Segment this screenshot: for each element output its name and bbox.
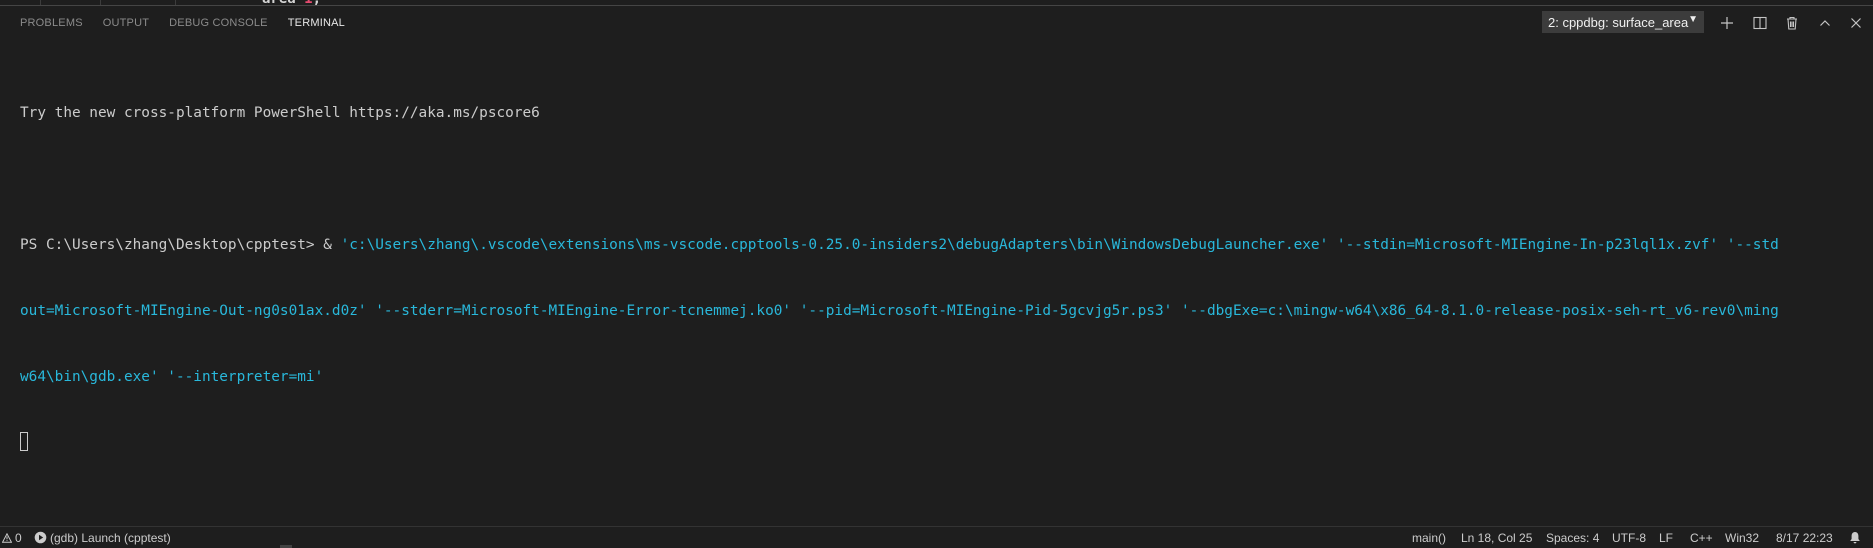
status-indentation[interactable]: Spaces: 4 [1546,527,1599,548]
close-panel-button[interactable] [1846,13,1866,33]
terminal-line: out=Microsoft-MIEngine-Out-ng0s01ax.d0z'… [20,303,1779,319]
tab-output[interactable]: OUTPUT [103,17,149,29]
terminal-cursor [20,432,28,451]
play-circle-icon [34,531,47,544]
plus-icon [1721,17,1733,29]
kill-terminal-button[interactable] [1782,13,1802,33]
tab-terminal[interactable]: TERMINAL [288,17,345,29]
warning-icon [2,532,12,543]
status-notifications[interactable] [1849,527,1861,548]
maximize-panel-button[interactable] [1815,13,1835,33]
new-terminal-button[interactable] [1717,13,1737,33]
tab-problems[interactable]: PROBLEMS [20,17,83,29]
status-cursor-position[interactable]: Ln 18, Col 25 [1461,527,1532,548]
split-icon [1753,16,1767,30]
status-encoding[interactable]: UTF-8 [1612,527,1646,548]
bell-icon [1850,532,1860,544]
panel-header: PROBLEMS OUTPUT DEBUG CONSOLE TERMINAL 2… [0,6,1873,39]
chevron-up-icon [1820,20,1830,26]
terminal-input-line[interactable] [20,432,1860,454]
terminal-select-value: 2: cppdbg: surface_area [1548,14,1689,30]
chevron-down-icon: ▼ [1688,14,1698,25]
terminal-command: 'c:\Users\zhang\.vscode\extensions\ms-vs… [340,237,1779,253]
close-icon [1851,18,1861,28]
panel-tabs: PROBLEMS OUTPUT DEBUG CONSOLE TERMINAL [20,6,365,39]
terminal-line: w64\bin\gdb.exe' '--interpreter=mi' [20,369,324,385]
terminal-line: Try the new cross-platform PowerShell ht… [20,105,540,121]
split-terminal-button[interactable] [1750,13,1770,33]
terminal-output[interactable]: Try the new cross-platform PowerShell ht… [20,58,1860,498]
terminal-line: PS C:\Users\zhang\Desktop\cpptest> & 'c:… [20,234,1860,256]
terminal-prompt: PS C:\Users\zhang\Desktop\cpptest> & [20,237,341,253]
tab-debug-console[interactable]: DEBUG CONSOLE [169,17,268,29]
status-warnings-count: 0 [15,530,22,545]
status-platform[interactable]: Win32 [1725,527,1759,548]
status-language[interactable]: C++ [1690,527,1713,548]
terminal-select-dropdown[interactable]: 2: cppdbg: surface_area ▼ [1542,11,1704,33]
status-eol[interactable]: LF [1659,527,1673,548]
status-debug-launch[interactable]: (gdb) Launch (cpptest) [34,527,171,548]
status-datetime[interactable]: 8/17 22:23 [1776,527,1833,548]
status-debug-label: (gdb) Launch (cpptest) [50,530,171,545]
vscode-window: area 1; PROBLEMS OUTPUT DEBUG CONSOLE TE… [0,0,1873,548]
trash-icon [1787,16,1797,30]
status-function[interactable]: main() [1412,527,1446,548]
status-problems[interactable]: 0 [2,527,22,548]
